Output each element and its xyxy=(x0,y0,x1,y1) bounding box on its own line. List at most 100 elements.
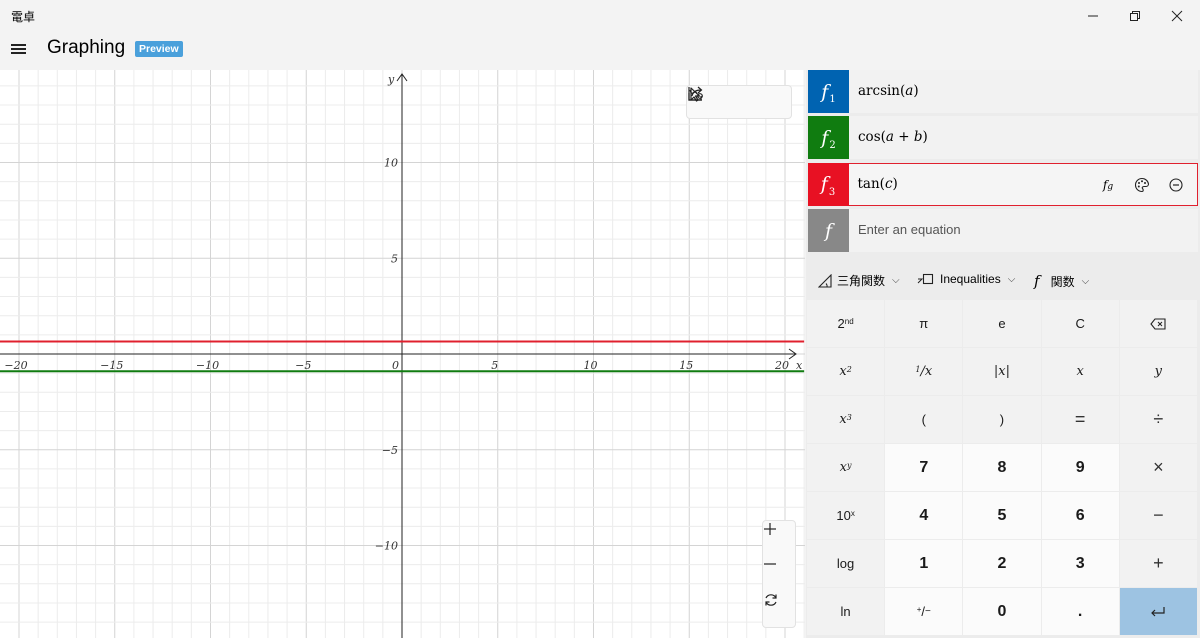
pi-key[interactable]: π xyxy=(885,300,963,347)
divide-key[interactable]: ÷ xyxy=(1119,396,1197,443)
second-function-key[interactable]: 2nd xyxy=(807,300,885,347)
analyze-function-button[interactable]: fg xyxy=(1095,172,1121,198)
hamburger-icon xyxy=(11,44,26,46)
digit-6-key[interactable]: 6 xyxy=(1041,492,1119,539)
decimal-key[interactable]: . xyxy=(1041,588,1119,635)
eq-variable: b xyxy=(913,129,923,145)
x-tick-label: −15 xyxy=(100,359,123,372)
digit-8-key[interactable]: 8 xyxy=(963,444,1041,491)
inequalities-tab[interactable]: Inequalities ⌵ xyxy=(917,272,1015,286)
new-function-row[interactable]: f Enter an equation xyxy=(808,209,1198,252)
function-style-button[interactable] xyxy=(1129,172,1155,198)
digit-1-key[interactable]: 1 xyxy=(885,540,963,587)
function-name: f xyxy=(821,80,829,103)
graph-options-button[interactable] xyxy=(688,87,786,116)
x-axis-label: x xyxy=(796,359,803,372)
zoom-in-button[interactable] xyxy=(763,522,795,556)
function-equation[interactable]: cos(a + b) xyxy=(858,129,928,145)
reciprocal-key[interactable]: 1/x xyxy=(885,348,963,395)
close-paren-key[interactable]: ) xyxy=(963,396,1041,443)
graph-plot[interactable]: x y −20 −15 −10 −5 0 5 10 15 20 10 5 −5 −10 xyxy=(0,70,805,638)
function-row-2[interactable]: f2 cos(a + b) xyxy=(808,116,1198,159)
digit-9-key[interactable]: 9 xyxy=(1041,444,1119,491)
y-tick-label: 5 xyxy=(391,252,398,265)
x-tick-label: 5 xyxy=(491,359,498,372)
equals-key[interactable]: = xyxy=(1041,396,1119,443)
add-key[interactable]: + xyxy=(1119,540,1197,587)
x-tick-label: 10 xyxy=(584,359,598,372)
function-equation[interactable]: arcsin(a) xyxy=(858,83,919,99)
share-button[interactable] xyxy=(688,86,753,116)
x-tick-label: 15 xyxy=(679,359,693,372)
superscript: 1 xyxy=(915,365,921,374)
trig-tab[interactable]: 三角関数 ⌵ xyxy=(818,272,900,289)
subtract-key[interactable]: − xyxy=(1119,492,1197,539)
title-bar: 電卓 xyxy=(0,0,1200,32)
ten-power-key[interactable]: 10 x xyxy=(807,492,885,539)
function-color-swatch[interactable]: f3 xyxy=(807,162,849,206)
clear-key[interactable]: C xyxy=(1041,300,1119,347)
app-header: Graphing Preview xyxy=(0,32,806,70)
close-button[interactable] xyxy=(1154,0,1200,32)
cube-key[interactable]: x3 xyxy=(807,396,885,443)
backspace-key[interactable] xyxy=(1119,300,1197,347)
x-tick-label: −20 xyxy=(4,359,27,372)
superscript: 2 xyxy=(846,365,852,374)
square-key[interactable]: x2 xyxy=(807,348,885,395)
hamburger-line xyxy=(11,52,26,54)
chevron-down-icon: ⌵ xyxy=(1081,275,1090,287)
power-key[interactable]: xy xyxy=(807,444,885,491)
minus-icon xyxy=(764,563,776,565)
zoom-out-button[interactable] xyxy=(763,557,795,591)
x-variable-key[interactable]: x xyxy=(1041,348,1119,395)
function-color-swatch[interactable]: f1 xyxy=(808,70,849,113)
function-actions: fg xyxy=(1095,172,1189,198)
digit-7-key[interactable]: 7 xyxy=(885,444,963,491)
digit-3-key[interactable]: 3 xyxy=(1041,540,1119,587)
reset-view-button[interactable] xyxy=(763,592,795,626)
function-index: 1 xyxy=(829,94,836,105)
eq-variable: c xyxy=(884,175,893,192)
digit-5-key[interactable]: 5 xyxy=(963,492,1041,539)
digit-4-key[interactable]: 4 xyxy=(885,492,963,539)
y-tick-label: 10 xyxy=(384,157,398,170)
mode-title: Graphing xyxy=(47,37,126,58)
function-row-1[interactable]: f1 arcsin(a) xyxy=(808,70,1198,113)
equation-input[interactable]: Enter an equation xyxy=(858,222,961,237)
euler-key[interactable]: e xyxy=(963,300,1041,347)
absolute-value-key[interactable]: |x| xyxy=(963,348,1041,395)
zoom-controls xyxy=(762,520,796,628)
open-paren-key[interactable]: ( xyxy=(885,396,963,443)
digit-2-key[interactable]: 2 xyxy=(963,540,1041,587)
navigation-menu-button[interactable] xyxy=(6,36,32,62)
app-title: 電卓 xyxy=(11,10,36,24)
functions-tab[interactable]: f 関数 ⌵ xyxy=(1034,272,1089,290)
function-equation[interactable]: tan(c) xyxy=(858,176,898,192)
enter-icon xyxy=(1151,606,1165,616)
minimize-icon xyxy=(1088,15,1098,17)
x-tick-label: 0 xyxy=(392,359,399,372)
y-variable-key[interactable]: y xyxy=(1119,348,1197,395)
multiply-key[interactable]: × xyxy=(1119,444,1197,491)
eq-variable: a xyxy=(885,129,894,145)
x-tick-label: −5 xyxy=(295,359,311,372)
graph-canvas[interactable]: x y −20 −15 −10 −5 0 5 10 15 20 10 5 −5 −10 xyxy=(0,70,805,638)
negate-key[interactable]: + / − xyxy=(885,588,963,635)
log-key[interactable]: log xyxy=(807,540,885,587)
eq-part: ) xyxy=(892,175,898,192)
enter-key[interactable] xyxy=(1119,588,1197,635)
function-index: 3 xyxy=(828,186,836,198)
function-color-swatch[interactable]: f2 xyxy=(808,116,849,159)
restore-button[interactable] xyxy=(1112,0,1158,32)
y-tick-label: −5 xyxy=(382,444,398,457)
keypad-tabs: 三角関数 ⌵ Inequalities ⌵ f 関数 ⌵ xyxy=(806,266,1200,298)
function-row-3[interactable]: f3 tan(c) fg xyxy=(807,162,1198,206)
ln-key[interactable]: ln xyxy=(807,588,885,635)
remove-function-button[interactable] xyxy=(1163,172,1189,198)
function-name: f xyxy=(824,219,833,242)
inequalities-tab-label: Inequalities xyxy=(940,272,1001,286)
inequality-icon xyxy=(917,273,934,285)
digit-0-key[interactable]: 0 xyxy=(963,588,1041,635)
minimize-button[interactable] xyxy=(1070,0,1116,32)
chevron-down-icon: ⌵ xyxy=(892,275,900,286)
